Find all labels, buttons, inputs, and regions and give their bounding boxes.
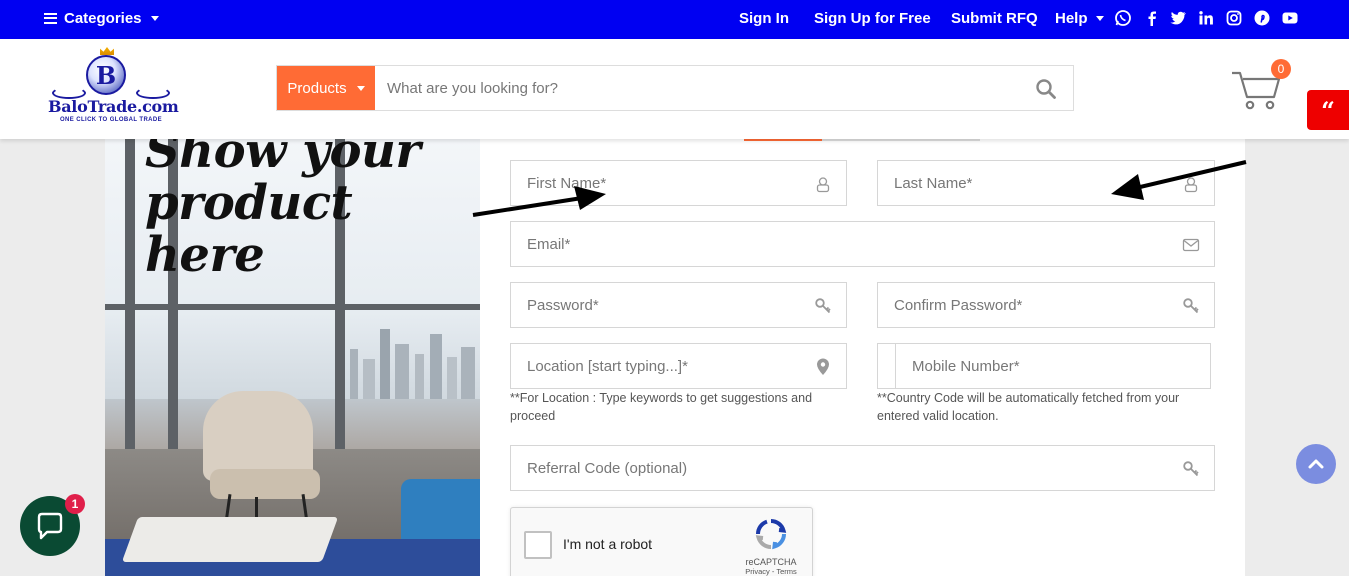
- referral-input[interactable]: [511, 446, 1214, 490]
- annotation-arrow: [1111, 160, 1247, 200]
- chat-notification-badge: 1: [65, 494, 85, 514]
- chevron-down-icon: [150, 15, 159, 21]
- recaptcha-brand: reCAPTCHA Privacy - Terms: [741, 518, 801, 576]
- site-header: B BaloTrade.com ONE CLICK TO GLOBAL TRAD…: [0, 39, 1349, 139]
- recaptcha-checkbox[interactable]: [524, 531, 552, 559]
- chair-back: [203, 391, 313, 481]
- chevron-up-icon: [1308, 459, 1324, 469]
- mobile-help-text: **Country Code will be automatically fet…: [877, 391, 1180, 423]
- mobile-input[interactable]: [878, 344, 1210, 388]
- twitter-icon[interactable]: [1169, 9, 1187, 27]
- chevron-down-icon: [1095, 15, 1104, 21]
- annotation-arrow: [472, 186, 606, 217]
- search-icon[interactable]: [1035, 78, 1057, 100]
- linkedin-icon[interactable]: [1197, 9, 1215, 27]
- password-field: [510, 282, 847, 328]
- pinterest-icon[interactable]: [1253, 9, 1271, 27]
- logo-wordmark: BaloTrade.com: [48, 97, 179, 116]
- cart-button[interactable]: 0: [1230, 59, 1291, 111]
- side-table: [121, 517, 339, 562]
- location-input[interactable]: [511, 344, 846, 388]
- site-logo[interactable]: B BaloTrade.com ONE CLICK TO GLOBAL TRAD…: [48, 47, 179, 127]
- search-input[interactable]: [375, 66, 1015, 110]
- youtube-icon[interactable]: [1281, 9, 1299, 27]
- sign-up-link[interactable]: Sign Up for Free: [814, 10, 931, 27]
- recaptcha-icon: [755, 519, 787, 550]
- key-icon: [1183, 298, 1199, 314]
- quote-icon: “: [1321, 95, 1335, 125]
- user-icon: [816, 177, 830, 193]
- help-menu[interactable]: Help: [1055, 10, 1104, 27]
- map-pin-icon: [817, 358, 829, 375]
- top-bar: Categories Sign In Sign Up for Free Subm…: [0, 0, 1349, 39]
- chevron-down-icon: [356, 85, 365, 91]
- window-frame: [125, 139, 135, 459]
- help-label: Help: [1055, 9, 1088, 27]
- sign-in-link[interactable]: Sign In: [739, 10, 789, 27]
- hamburger-icon: [44, 12, 57, 24]
- promo-image: Show your product here: [105, 139, 480, 576]
- location-help-text: **For Location : Type keywords to get su…: [510, 391, 813, 423]
- confirm-password-input[interactable]: [878, 283, 1214, 327]
- instagram-icon[interactable]: [1225, 9, 1243, 27]
- tab-active-indicator: [744, 139, 822, 141]
- recaptcha-terms-link[interactable]: Privacy - Terms: [741, 567, 801, 576]
- categories-menu[interactable]: Categories: [44, 0, 159, 36]
- referral-field: [510, 445, 1215, 491]
- promo-headline: Show your product here: [145, 139, 421, 283]
- form-tabs: [744, 139, 980, 141]
- mobile-field: [877, 343, 1211, 389]
- facebook-icon[interactable]: [1143, 9, 1161, 27]
- recaptcha-brand-label: reCAPTCHA: [745, 557, 797, 567]
- logo-emblem: B: [86, 55, 126, 95]
- key-icon: [1183, 461, 1199, 477]
- search-bar: Products: [276, 65, 1074, 111]
- email-input[interactable]: [511, 222, 1214, 266]
- logo-tagline: ONE CLICK TO GLOBAL TRADE: [59, 117, 163, 123]
- chat-icon: [37, 512, 63, 540]
- key-icon: [815, 298, 831, 314]
- scroll-to-top-button[interactable]: [1296, 444, 1336, 484]
- cart-count-badge: 0: [1271, 59, 1291, 79]
- envelope-icon: [1182, 238, 1200, 252]
- recaptcha-label: I'm not a robot: [563, 536, 653, 552]
- email-field: [510, 221, 1215, 267]
- recaptcha-widget: I'm not a robot reCAPTCHA Privacy - Term…: [510, 507, 813, 576]
- window-frame: [105, 304, 480, 310]
- chat-button[interactable]: 1: [20, 494, 85, 556]
- search-category-label: Products: [287, 79, 347, 97]
- search-category-dropdown[interactable]: Products: [277, 66, 375, 110]
- crown-icon: [100, 47, 114, 55]
- whatsapp-icon[interactable]: [1114, 9, 1132, 27]
- location-field: [510, 343, 847, 389]
- submit-rfq-link[interactable]: Submit RFQ: [951, 10, 1038, 27]
- confirm-password-field: [877, 282, 1215, 328]
- quote-tab[interactable]: “: [1307, 90, 1349, 130]
- categories-label: Categories: [64, 9, 142, 27]
- password-input[interactable]: [511, 283, 846, 327]
